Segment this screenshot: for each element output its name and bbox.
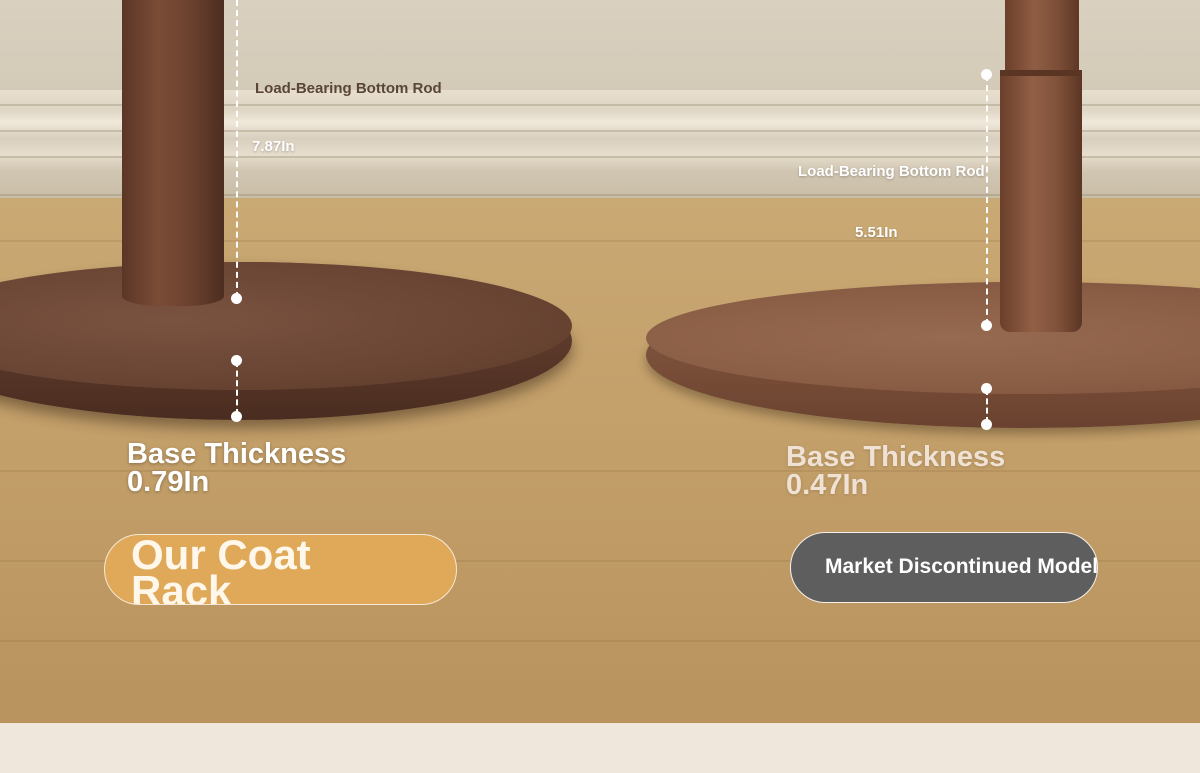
market-model-badge-text: Market Discontinued Model [825, 555, 1099, 578]
market-rod-dimension-line [986, 75, 988, 325]
our-base-dimension-line [236, 361, 238, 415]
our-base-dimension-dot-bottom [231, 411, 242, 422]
market-base-thickness: Base Thickness 0.47In [786, 441, 1006, 501]
market-rod-dimension-dot-bottom [981, 320, 992, 331]
market-rod-measure: 5.51In [855, 224, 898, 241]
market-thickness-label: Base Thickness [786, 441, 1006, 473]
our-base-thickness: Base Thickness 0.79In [127, 438, 347, 498]
market-base-dimension-dot-bottom [981, 419, 992, 430]
our-rod-dimension-line [236, 0, 238, 298]
our-coat-rack-badge-text: Our Coat Rack [131, 534, 311, 605]
our-thickness-value: 0.79In [127, 466, 210, 498]
our-rod-dimension-dot [231, 293, 242, 304]
our-rack-bottom-rod [122, 0, 224, 306]
market-rack-upper-rod [1005, 0, 1079, 76]
our-rod-label: Load-Bearing Bottom Rod [255, 80, 442, 97]
market-base-dimension-line [986, 389, 988, 423]
our-coat-rack-badge: Our Coat Rack [104, 534, 457, 605]
market-model-badge: Market Discontinued Model [790, 532, 1098, 603]
market-rod-label: Load-Bearing Bottom Rod [798, 163, 985, 180]
our-thickness-label: Base Thickness [127, 438, 347, 470]
our-rod-measure: 7.87In [252, 138, 295, 155]
market-rack-bottom-rod [1000, 72, 1082, 332]
market-rack-rod-joint [1000, 70, 1082, 76]
bottom-band [0, 723, 1200, 773]
market-thickness-value: 0.47In [786, 469, 869, 501]
product-comparison-photo [0, 0, 1200, 723]
